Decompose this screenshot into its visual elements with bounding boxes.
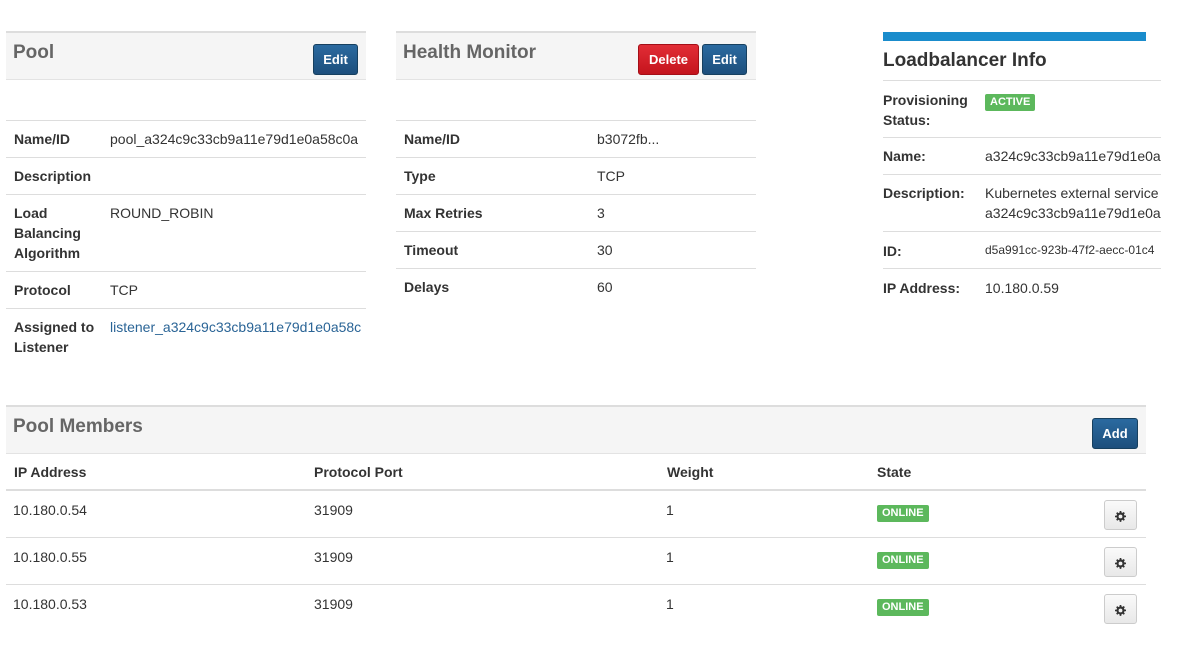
member-port: 31909: [314, 596, 353, 612]
gear-icon: [1115, 604, 1126, 616]
lb-ip-value: 10.180.0.59: [985, 280, 1059, 296]
column-header-port: Protocol Port: [314, 464, 403, 480]
member-weight: 1: [666, 596, 674, 612]
hm-row-delays: Delays 60: [396, 268, 756, 305]
lb-row-name: Name: a324c9c33cb9a11e79d1e0a: [883, 137, 1161, 174]
hm-timeout-label: Timeout: [404, 242, 459, 258]
health-monitor-title: Health Monitor: [403, 42, 536, 63]
table-row: 10.180.0.54 31909 1 ONLINE: [6, 491, 1146, 538]
pool-members-header: Pool Members Add: [6, 405, 1146, 454]
lb-status-badge: ACTIVE: [985, 94, 1036, 111]
lb-row-id: ID: d5a991cc-923b-47f2-aecc-01c4: [883, 231, 1161, 268]
pool-members-table-header: IP Address Protocol Port Weight State: [6, 454, 1146, 491]
lb-id-value: d5a991cc-923b-47f2-aecc-01c4: [985, 243, 1155, 257]
status-badge: ONLINE: [877, 599, 929, 616]
lb-name-label: Name:: [883, 148, 926, 164]
pool-row-protocol: Protocol TCP: [6, 271, 366, 308]
row-actions-button[interactable]: [1104, 500, 1137, 530]
member-state-wrap: ONLINE: [877, 503, 929, 522]
member-ip: 10.180.0.55: [13, 549, 87, 565]
pool-row-description: Description: [6, 157, 366, 194]
pool-row-name: Name/ID pool_a324c9c33cb9a11e79d1e0a58c0…: [6, 120, 366, 157]
gear-icon: [1115, 557, 1126, 569]
hm-timeout-value: 30: [597, 242, 613, 258]
lb-status-badge-wrap: ACTIVE: [985, 92, 1036, 111]
hm-name-value: b3072fb...: [597, 131, 660, 147]
hm-retries-label: Max Retries: [404, 205, 483, 221]
status-badge: ONLINE: [877, 552, 929, 569]
hm-row-retries: Max Retries 3: [396, 194, 756, 231]
member-port: 31909: [314, 549, 353, 565]
member-ip: 10.180.0.53: [13, 596, 87, 612]
pool-algorithm-label: Load Balancing Algorithm: [14, 205, 81, 261]
pool-panel-title: Pool: [13, 42, 55, 63]
member-weight: 1: [666, 502, 674, 518]
column-header-weight: Weight: [667, 464, 714, 480]
lb-row-status: Provisioning Status: ACTIVE: [883, 80, 1161, 137]
column-header-ip: IP Address: [14, 464, 87, 480]
row-actions-button[interactable]: [1104, 547, 1137, 577]
lb-row-ip: IP Address: 10.180.0.59: [883, 268, 1161, 305]
pool-panel-header: Pool Edit: [6, 31, 366, 80]
pool-description-label: Description: [14, 168, 92, 184]
lb-ip-label: IP Address:: [883, 280, 961, 296]
hm-type-label: Type: [404, 168, 436, 184]
lb-info-accent-bar: [883, 32, 1146, 41]
lb-info-title: Loadbalancer Info: [883, 50, 1047, 71]
member-state-wrap: ONLINE: [877, 597, 929, 616]
hm-delays-value: 60: [597, 279, 613, 295]
health-monitor-delete-button[interactable]: Delete: [638, 44, 699, 75]
member-port: 31909: [314, 502, 353, 518]
member-ip: 10.180.0.54: [13, 502, 87, 518]
health-monitor-header: Health Monitor Delete Edit: [396, 31, 756, 80]
add-member-button[interactable]: Add: [1092, 418, 1138, 449]
lb-description-value: Kubernetes external service: [985, 185, 1159, 201]
pool-row-listener: Assigned to Listener listener_a324c9c33c…: [6, 308, 366, 365]
pool-listener-label: Assigned to Listener: [14, 319, 95, 355]
lb-id-label: ID:: [883, 243, 902, 259]
lb-description-label: Description:: [883, 185, 965, 201]
pool-protocol-value: TCP: [110, 282, 138, 298]
gear-icon: [1115, 510, 1126, 522]
pool-members-title: Pool Members: [13, 416, 143, 437]
pool-name-value: pool_a324c9c33cb9a11e79d1e0a58c0a: [110, 131, 359, 147]
lb-description-value-line2: a324c9c33cb9a11e79d1e0a: [985, 205, 1161, 221]
pool-row-algorithm: Load Balancing Algorithm ROUND_ROBIN: [6, 194, 366, 271]
table-row: 10.180.0.55 31909 1 ONLINE: [6, 538, 1146, 585]
health-monitor-edit-button[interactable]: Edit: [702, 44, 747, 75]
member-weight: 1: [666, 549, 674, 565]
hm-name-label: Name/ID: [404, 131, 461, 147]
hm-delays-label: Delays: [404, 279, 450, 295]
lb-status-label: Provisioning Status:: [883, 92, 968, 128]
pool-name-label: Name/ID: [14, 131, 71, 147]
status-badge: ONLINE: [877, 505, 929, 522]
pool-protocol-label: Protocol: [14, 282, 71, 298]
pool-algorithm-value: ROUND_ROBIN: [110, 205, 214, 221]
table-row: 10.180.0.53 31909 1 ONLINE: [6, 585, 1146, 632]
hm-type-value: TCP: [597, 168, 625, 184]
pool-edit-button[interactable]: Edit: [313, 44, 358, 75]
hm-row-timeout: Timeout 30: [396, 231, 756, 268]
hm-retries-value: 3: [597, 205, 605, 221]
hm-row-name: Name/ID b3072fb...: [396, 120, 756, 157]
member-state-wrap: ONLINE: [877, 550, 929, 569]
hm-row-type: Type TCP: [396, 157, 756, 194]
lb-name-value: a324c9c33cb9a11e79d1e0a: [985, 148, 1161, 164]
column-header-state: State: [877, 464, 912, 480]
pool-listener-link[interactable]: listener_a324c9c33cb9a11e79d1e0a58c: [110, 317, 366, 337]
row-actions-button[interactable]: [1104, 594, 1137, 624]
lb-row-description: Description: Kubernetes external service…: [883, 174, 1161, 231]
